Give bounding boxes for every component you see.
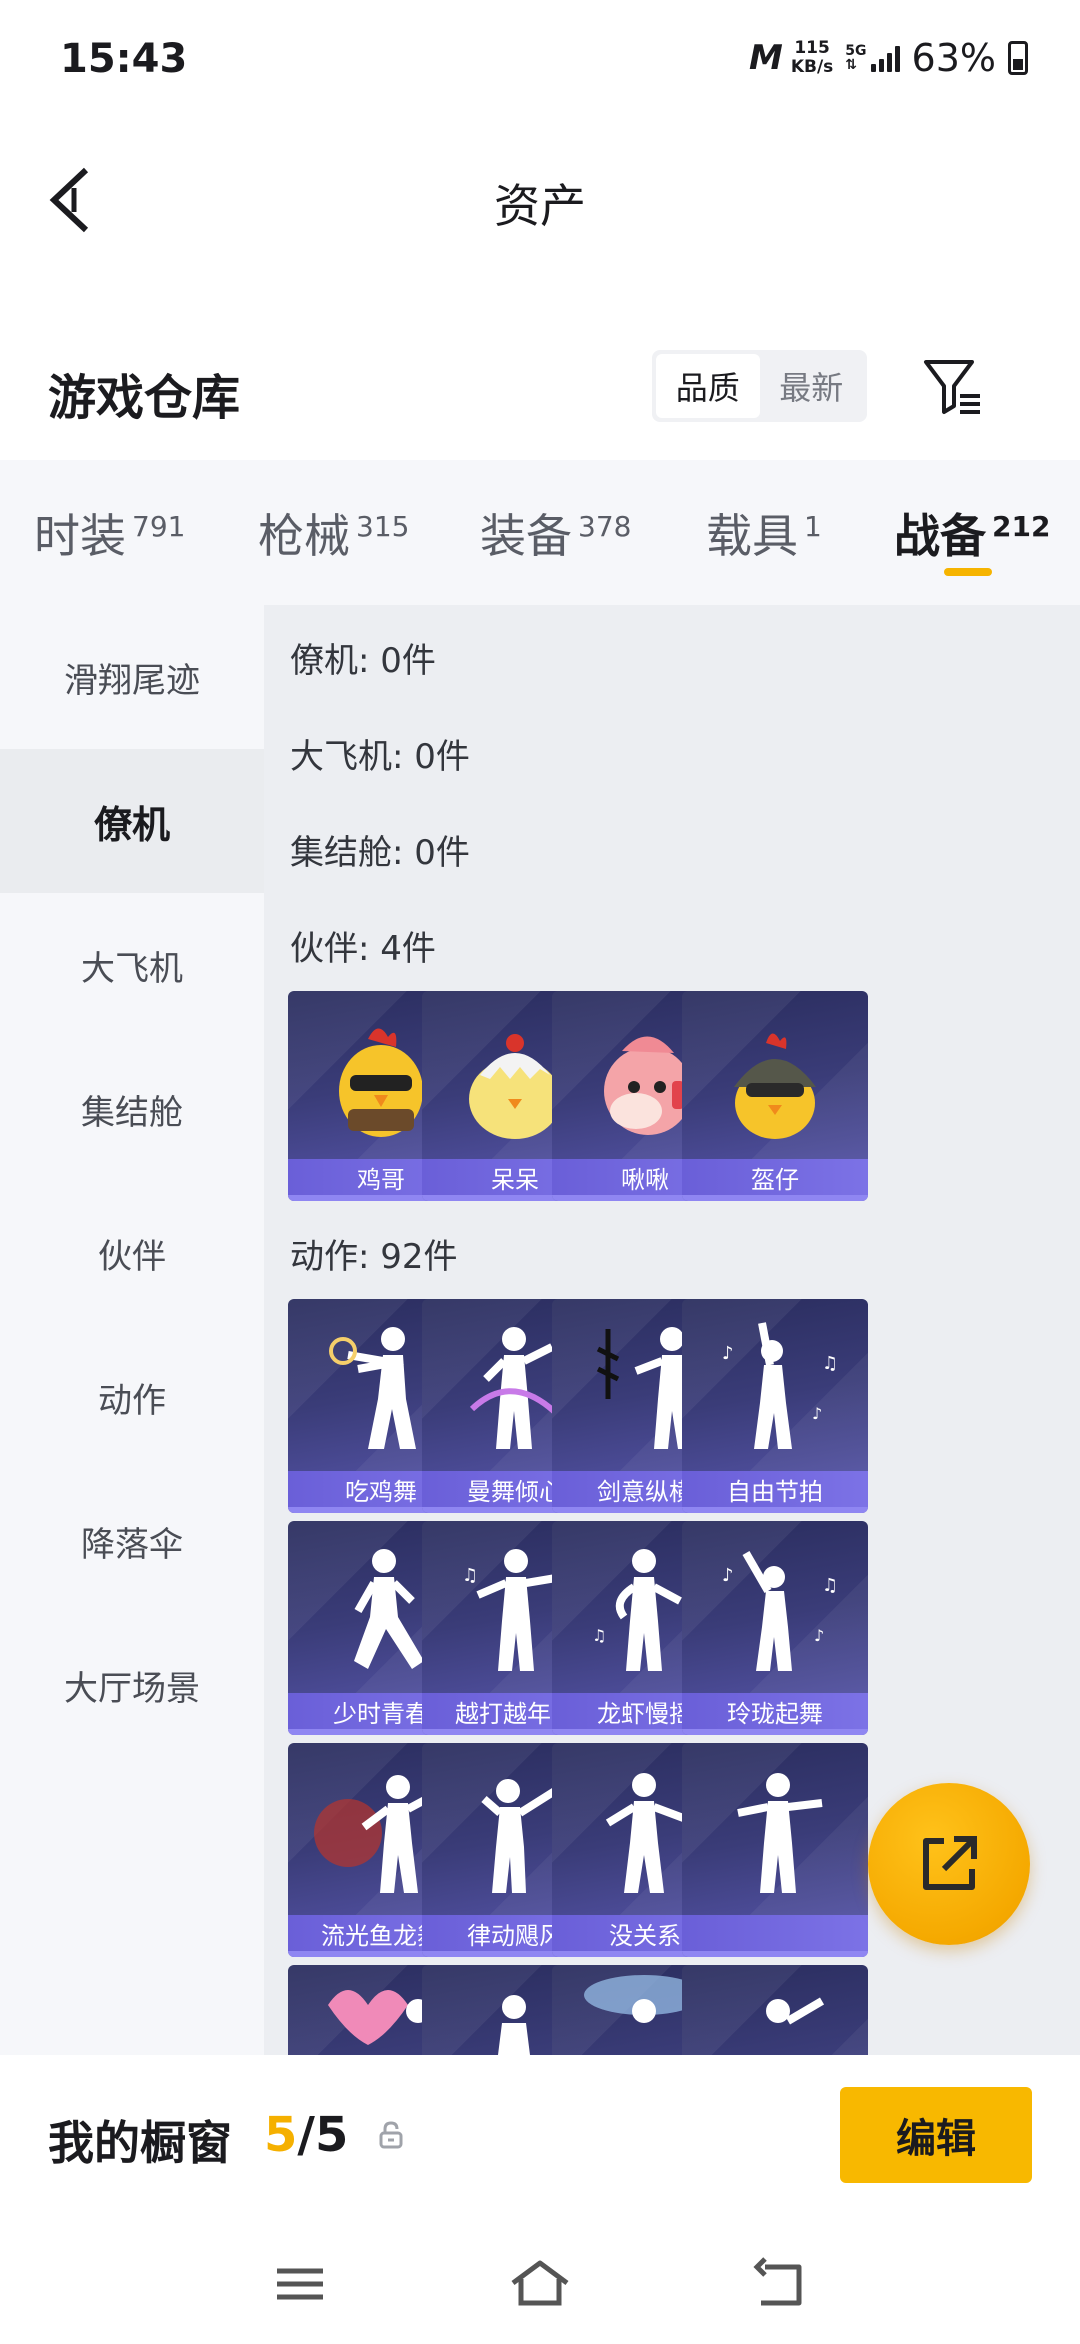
tab-label: 载具: [706, 509, 798, 563]
showcase-title: 我的橱窗: [48, 2116, 232, 2170]
tab-label: 时装: [34, 509, 126, 563]
section-label-big-plane: 大飞机: 0件: [290, 737, 470, 777]
battery-percent: 63%: [911, 36, 996, 80]
showcase-current: 5: [264, 2107, 298, 2163]
svg-text:♫: ♫: [592, 1626, 606, 1645]
tab-label: 枪械: [258, 509, 350, 563]
dancer-silhouette-icon: ♪ ♫ ♪: [722, 1550, 838, 1671]
network-speed: 115 KB/s: [791, 39, 833, 77]
nav-menu-button[interactable]: [265, 2249, 335, 2319]
tab-readiness[interactable]: 战备 212: [894, 500, 1050, 566]
sort-option-newest[interactable]: 最新: [760, 354, 864, 418]
network-type: 5G: [845, 43, 867, 59]
section-label-assembly-pod: 集结舱: 0件: [290, 833, 470, 873]
section-label-emote: 动作: 92件: [290, 1237, 458, 1277]
chicken-helmet-icon: [734, 1033, 816, 1139]
data-arrows-icon: ⇅: [845, 57, 858, 73]
share-button[interactable]: [868, 1783, 1030, 1945]
sidebar-item-emote[interactable]: 动作: [0, 1325, 264, 1469]
section-label-wingman: 僚机: 0件: [290, 641, 436, 681]
svg-text:♪: ♪: [814, 1626, 824, 1645]
sidebar-item-big-plane[interactable]: 大飞机: [0, 893, 264, 1037]
tab-weapons[interactable]: 枪械 315: [258, 500, 409, 566]
network-logo-icon: M: [748, 38, 783, 78]
emote-card[interactable]: ♪ ♫ ♪ 玲珑起舞: [682, 1521, 868, 1735]
showcase-separator: /: [297, 2107, 315, 2163]
active-tab-indicator: [944, 568, 992, 576]
svg-text:♪: ♪: [722, 1565, 734, 1586]
svg-text:♫: ♫: [462, 1565, 478, 1586]
sidebar-item-lobby-scene[interactable]: 大厅场景: [0, 1613, 264, 1757]
sidebar-item-partner[interactable]: 伙伴: [0, 1181, 264, 1325]
svg-text:♫: ♫: [822, 1353, 838, 1374]
tab-vehicles[interactable]: 载具 1: [706, 500, 822, 566]
emote-card[interactable]: [682, 1743, 868, 1957]
card-rarity-bar: [682, 1729, 868, 1735]
tab-count: 378: [578, 509, 632, 543]
emote-name: [682, 1915, 868, 1951]
card-rarity-bar: [682, 1507, 868, 1513]
svg-text:♫: ♫: [822, 1575, 838, 1596]
sidebar-item-glide-trail[interactable]: 滑翔尾迹: [0, 605, 264, 749]
partner-name: 盔仔: [682, 1159, 868, 1195]
signal-bars-icon: [870, 46, 900, 72]
showcase-total: 5: [314, 2107, 349, 2163]
emote-name: 玲珑起舞: [682, 1693, 868, 1729]
signal-indicator: 5G ⇅: [845, 43, 900, 73]
status-time: 15:43: [60, 36, 188, 82]
tab-count: 212: [992, 509, 1051, 543]
back-icon: [753, 2257, 802, 2306]
category-tabs: 时装 791 枪械 315 装备 378 载具 1 战备 212: [0, 460, 1080, 605]
battery-icon: [1008, 41, 1028, 75]
tab-fashion[interactable]: 时装 791: [34, 500, 185, 566]
filter-button[interactable]: [920, 354, 986, 420]
emote-name: 自由节拍: [682, 1471, 868, 1507]
edit-button[interactable]: 编辑: [840, 2087, 1032, 2183]
sidebar: 滑翔尾迹 僚机 大飞机 集结舱 伙伴 动作 降落伞 大厅场景: [0, 605, 264, 2055]
dancer-silhouette-icon: [737, 1773, 823, 1893]
status-icons: M 115 KB/s 5G ⇅ 63%: [749, 36, 1028, 80]
svg-text:♪: ♪: [812, 1404, 822, 1423]
warehouse-title: 游戏仓库: [48, 370, 241, 426]
sort-option-quality[interactable]: 品质: [656, 354, 760, 418]
home-icon: [511, 2260, 569, 2306]
filter-list-icon: [924, 360, 980, 414]
partner-card[interactable]: 盔仔: [682, 991, 868, 1201]
network-speed-unit: KB/s: [790, 57, 834, 77]
system-nav-bar: [0, 2225, 1080, 2344]
tab-label: 战备: [894, 509, 986, 563]
status-bar: 15:43 M 115 KB/s 5G ⇅ 63%: [0, 0, 1080, 120]
tab-count: 315: [356, 509, 410, 543]
tab-label: 装备: [480, 509, 572, 563]
tab-equipment[interactable]: 装备 378: [480, 500, 631, 566]
emote-card[interactable]: [682, 1965, 868, 2055]
svg-text:♪: ♪: [722, 1343, 734, 1364]
tab-count: 791: [132, 509, 186, 543]
sort-toggle: 品质 最新: [652, 350, 867, 422]
nav-home-button[interactable]: [505, 2249, 575, 2319]
lock-icon: [379, 2121, 403, 2149]
warehouse-header: 游戏仓库 品质 最新: [0, 330, 1080, 450]
card-rarity-bar: [682, 1195, 868, 1201]
dancer-silhouette-icon: [766, 1997, 825, 2025]
share-external-icon: [923, 1836, 977, 1890]
sidebar-item-wingman[interactable]: 僚机: [0, 749, 264, 893]
menu-icon: [277, 2268, 323, 2300]
card-rarity-bar: [682, 1951, 868, 1957]
sidebar-item-assembly-pod[interactable]: 集结舱: [0, 1037, 264, 1181]
page-title: 资产: [494, 179, 586, 233]
dancer-silhouette-icon: ♪ ♫ ♪: [722, 1322, 838, 1449]
sidebar-item-parachute[interactable]: 降落伞: [0, 1469, 264, 1613]
tab-count: 1: [804, 509, 822, 543]
showcase-bar: 我的橱窗 5/5 编辑: [0, 2055, 1080, 2225]
showcase-count: 5/5: [264, 2107, 348, 2163]
section-label-partner: 伙伴: 4件: [290, 929, 436, 969]
emote-card[interactable]: ♪ ♫ ♪ 自由节拍: [682, 1299, 868, 1513]
app-header: 资产: [0, 130, 1080, 270]
nav-back-button[interactable]: [745, 2249, 815, 2319]
network-speed-value: 115: [794, 38, 830, 58]
